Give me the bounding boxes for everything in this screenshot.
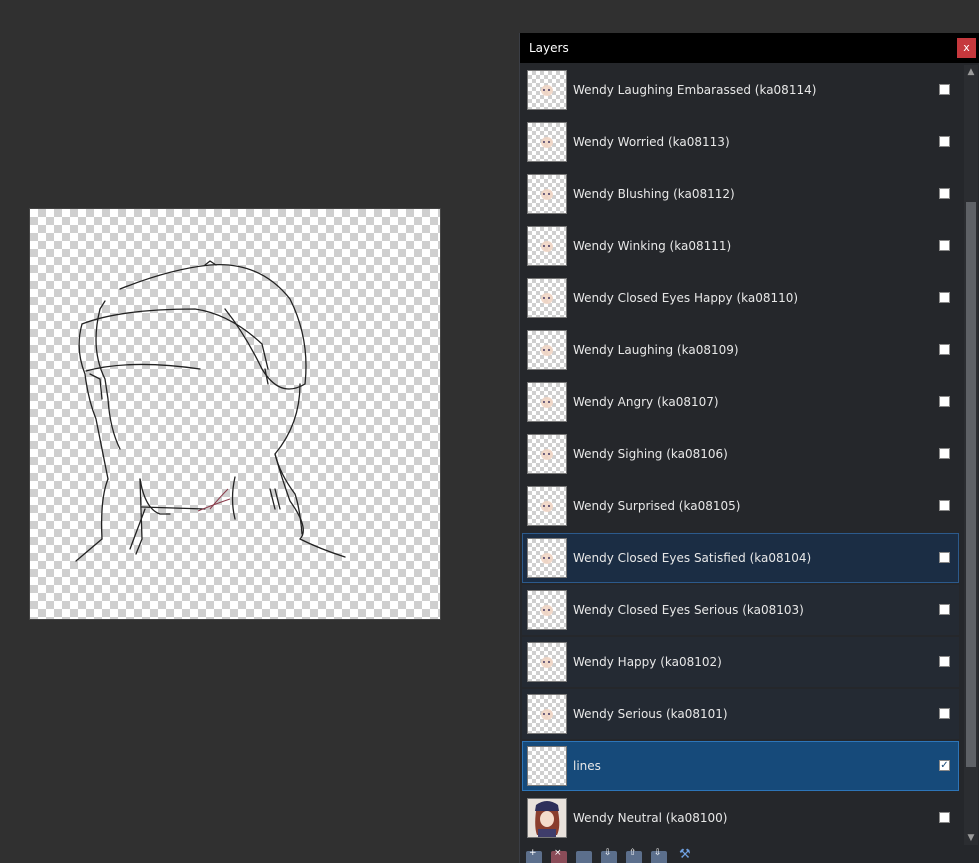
delete-layer-icon[interactable]: × xyxy=(551,848,567,863)
close-button[interactable]: x xyxy=(957,38,976,58)
layer-thumbnail xyxy=(527,330,567,370)
layer-thumbnail xyxy=(527,174,567,214)
panel-header: Layers x xyxy=(520,33,979,63)
visibility-checkbox[interactable] xyxy=(939,396,950,407)
visibility-checkbox[interactable] xyxy=(939,136,950,147)
layer-thumbnail xyxy=(527,434,567,474)
layer-thumbnail xyxy=(527,538,567,578)
layer-row[interactable]: Wendy Laughing (ka08109) xyxy=(522,325,959,375)
layer-name: Wendy Closed Eyes Serious (ka08103) xyxy=(573,603,804,617)
layer-list[interactable]: Wendy Laughing Embarassed (ka08114) Wendy… xyxy=(520,65,961,845)
layer-thumbnail xyxy=(527,122,567,162)
layer-thumbnail xyxy=(527,590,567,630)
layer-thumbnail xyxy=(527,226,567,266)
layer-row[interactable]: Wendy Closed Eyes Satisfied (ka08104) xyxy=(522,533,959,583)
layer-name: Wendy Worried (ka08113) xyxy=(573,135,730,149)
layer-name: Wendy Blushing (ka08112) xyxy=(573,187,735,201)
visibility-checkbox[interactable] xyxy=(939,240,950,251)
layer-thumbnail xyxy=(527,694,567,734)
visibility-checkbox[interactable]: ✓ xyxy=(939,760,950,771)
layer-thumbnail xyxy=(527,642,567,682)
visibility-checkbox[interactable] xyxy=(939,812,950,823)
layer-name: Wendy Laughing Embarassed (ka08114) xyxy=(573,83,817,97)
visibility-checkbox[interactable] xyxy=(939,500,950,511)
layer-name: Wendy Happy (ka08102) xyxy=(573,655,722,669)
move-up-icon[interactable]: ⇧ xyxy=(626,848,642,863)
layer-row[interactable]: Wendy Serious (ka08101) xyxy=(522,689,959,739)
visibility-checkbox[interactable] xyxy=(939,292,950,303)
visibility-checkbox[interactable] xyxy=(939,552,950,563)
layer-row[interactable]: Wendy Sighing (ka08106) xyxy=(522,429,959,479)
layer-row[interactable]: Wendy Surprised (ka08105) xyxy=(522,481,959,531)
duplicate-layer-icon[interactable] xyxy=(576,851,592,863)
layer-thumbnail xyxy=(527,382,567,422)
layer-row[interactable]: Wendy Closed Eyes Serious (ka08103) xyxy=(522,585,959,635)
layer-name: Wendy Surprised (ka08105) xyxy=(573,499,741,513)
visibility-checkbox[interactable] xyxy=(939,188,950,199)
layer-thumbnail xyxy=(527,746,567,786)
image-canvas[interactable] xyxy=(30,209,440,619)
visibility-checkbox[interactable] xyxy=(939,604,950,615)
layer-name: Wendy Angry (ka08107) xyxy=(573,395,719,409)
merge-down-icon[interactable]: ⇩ xyxy=(601,848,617,863)
layer-name: lines xyxy=(573,759,601,773)
visibility-checkbox[interactable] xyxy=(939,84,950,95)
layer-thumbnail xyxy=(527,798,567,838)
visibility-checkbox[interactable] xyxy=(939,344,950,355)
chevron-up-icon[interactable]: ▲ xyxy=(964,65,978,79)
panel-title: Layers xyxy=(529,41,569,55)
chevron-down-icon[interactable]: ▼ xyxy=(964,831,978,845)
layer-name: Wendy Serious (ka08101) xyxy=(573,707,728,721)
layer-thumbnail xyxy=(527,278,567,318)
layer-name: Wendy Laughing (ka08109) xyxy=(573,343,739,357)
scrollbar-thumb[interactable] xyxy=(966,202,976,767)
layer-thumbnail xyxy=(527,70,567,110)
layer-row[interactable]: lines ✓ xyxy=(522,741,959,791)
layer-row[interactable]: Wendy Blushing (ka08112) xyxy=(522,169,959,219)
layer-row[interactable]: Wendy Laughing Embarassed (ka08114) xyxy=(522,65,959,115)
layer-row[interactable]: Wendy Closed Eyes Happy (ka08110) xyxy=(522,273,959,323)
layer-row[interactable]: Wendy Worried (ka08113) xyxy=(522,117,959,167)
layer-row[interactable]: Wendy Angry (ka08107) xyxy=(522,377,959,427)
move-down-icon[interactable]: ⇩ xyxy=(651,848,667,863)
layer-row[interactable]: Wendy Neutral (ka08100) xyxy=(522,793,959,843)
layers-toolbar: + × ⇩ ⇧ ⇩ ⚒ xyxy=(520,845,979,863)
layer-name: Wendy Closed Eyes Happy (ka08110) xyxy=(573,291,799,305)
scrollbar[interactable]: ▲ ▼ xyxy=(964,65,978,845)
visibility-checkbox[interactable] xyxy=(939,656,950,667)
layer-name: Wendy Closed Eyes Satisfied (ka08104) xyxy=(573,551,812,565)
layer-row[interactable]: Wendy Happy (ka08102) xyxy=(522,637,959,687)
lineart-drawing xyxy=(75,260,346,562)
layer-name: Wendy Winking (ka08111) xyxy=(573,239,732,253)
add-layer-icon[interactable]: + xyxy=(526,848,542,863)
layer-name: Wendy Neutral (ka08100) xyxy=(573,811,728,825)
visibility-checkbox[interactable] xyxy=(939,708,950,719)
layer-row[interactable]: Wendy Winking (ka08111) xyxy=(522,221,959,271)
visibility-checkbox[interactable] xyxy=(939,448,950,459)
layer-thumbnail xyxy=(527,486,567,526)
layers-panel: Layers x Wendy Laughing Embarassed (ka08… xyxy=(519,33,979,863)
properties-icon[interactable]: ⚒ xyxy=(676,847,692,863)
layer-name: Wendy Sighing (ka08106) xyxy=(573,447,728,461)
